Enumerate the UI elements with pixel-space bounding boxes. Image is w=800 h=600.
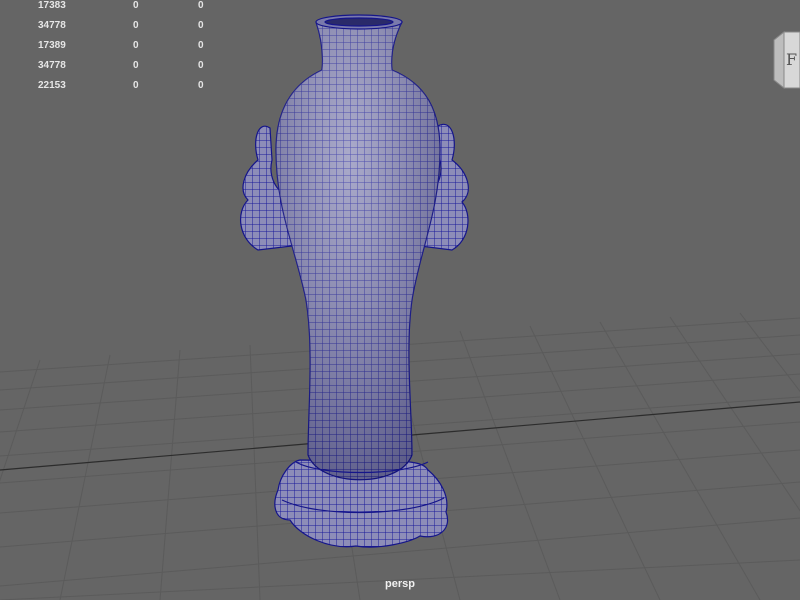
hud-value-col3: 0 [198, 80, 204, 91]
hud-value-col3: 0 [198, 0, 204, 11]
hud-value-col3: 0 [198, 60, 204, 71]
hud-value: 34778 [38, 60, 66, 71]
hud-value-col2: 0 [133, 20, 139, 31]
hud-value: 34778 [38, 20, 66, 31]
hud-value-col2: 0 [133, 40, 139, 51]
hud-value-col2: 0 [133, 80, 139, 91]
vase-mesh [240, 14, 469, 548]
hud-value: 17383 [38, 0, 66, 11]
hud-value: 22153 [38, 80, 66, 91]
scene-canvas[interactable] [0, 0, 800, 600]
viewcube-face[interactable]: F [786, 50, 800, 80]
hud-value: 17389 [38, 40, 66, 51]
viewcube-face-label: F [786, 50, 798, 69]
hud-value-col2: 0 [133, 0, 139, 11]
perspective-viewport[interactable]: F [0, 0, 800, 600]
camera-label: persp [385, 578, 415, 590]
hud-value-col2: 0 [133, 60, 139, 71]
hud-value-col3: 0 [198, 20, 204, 31]
hud-value-col3: 0 [198, 40, 204, 51]
